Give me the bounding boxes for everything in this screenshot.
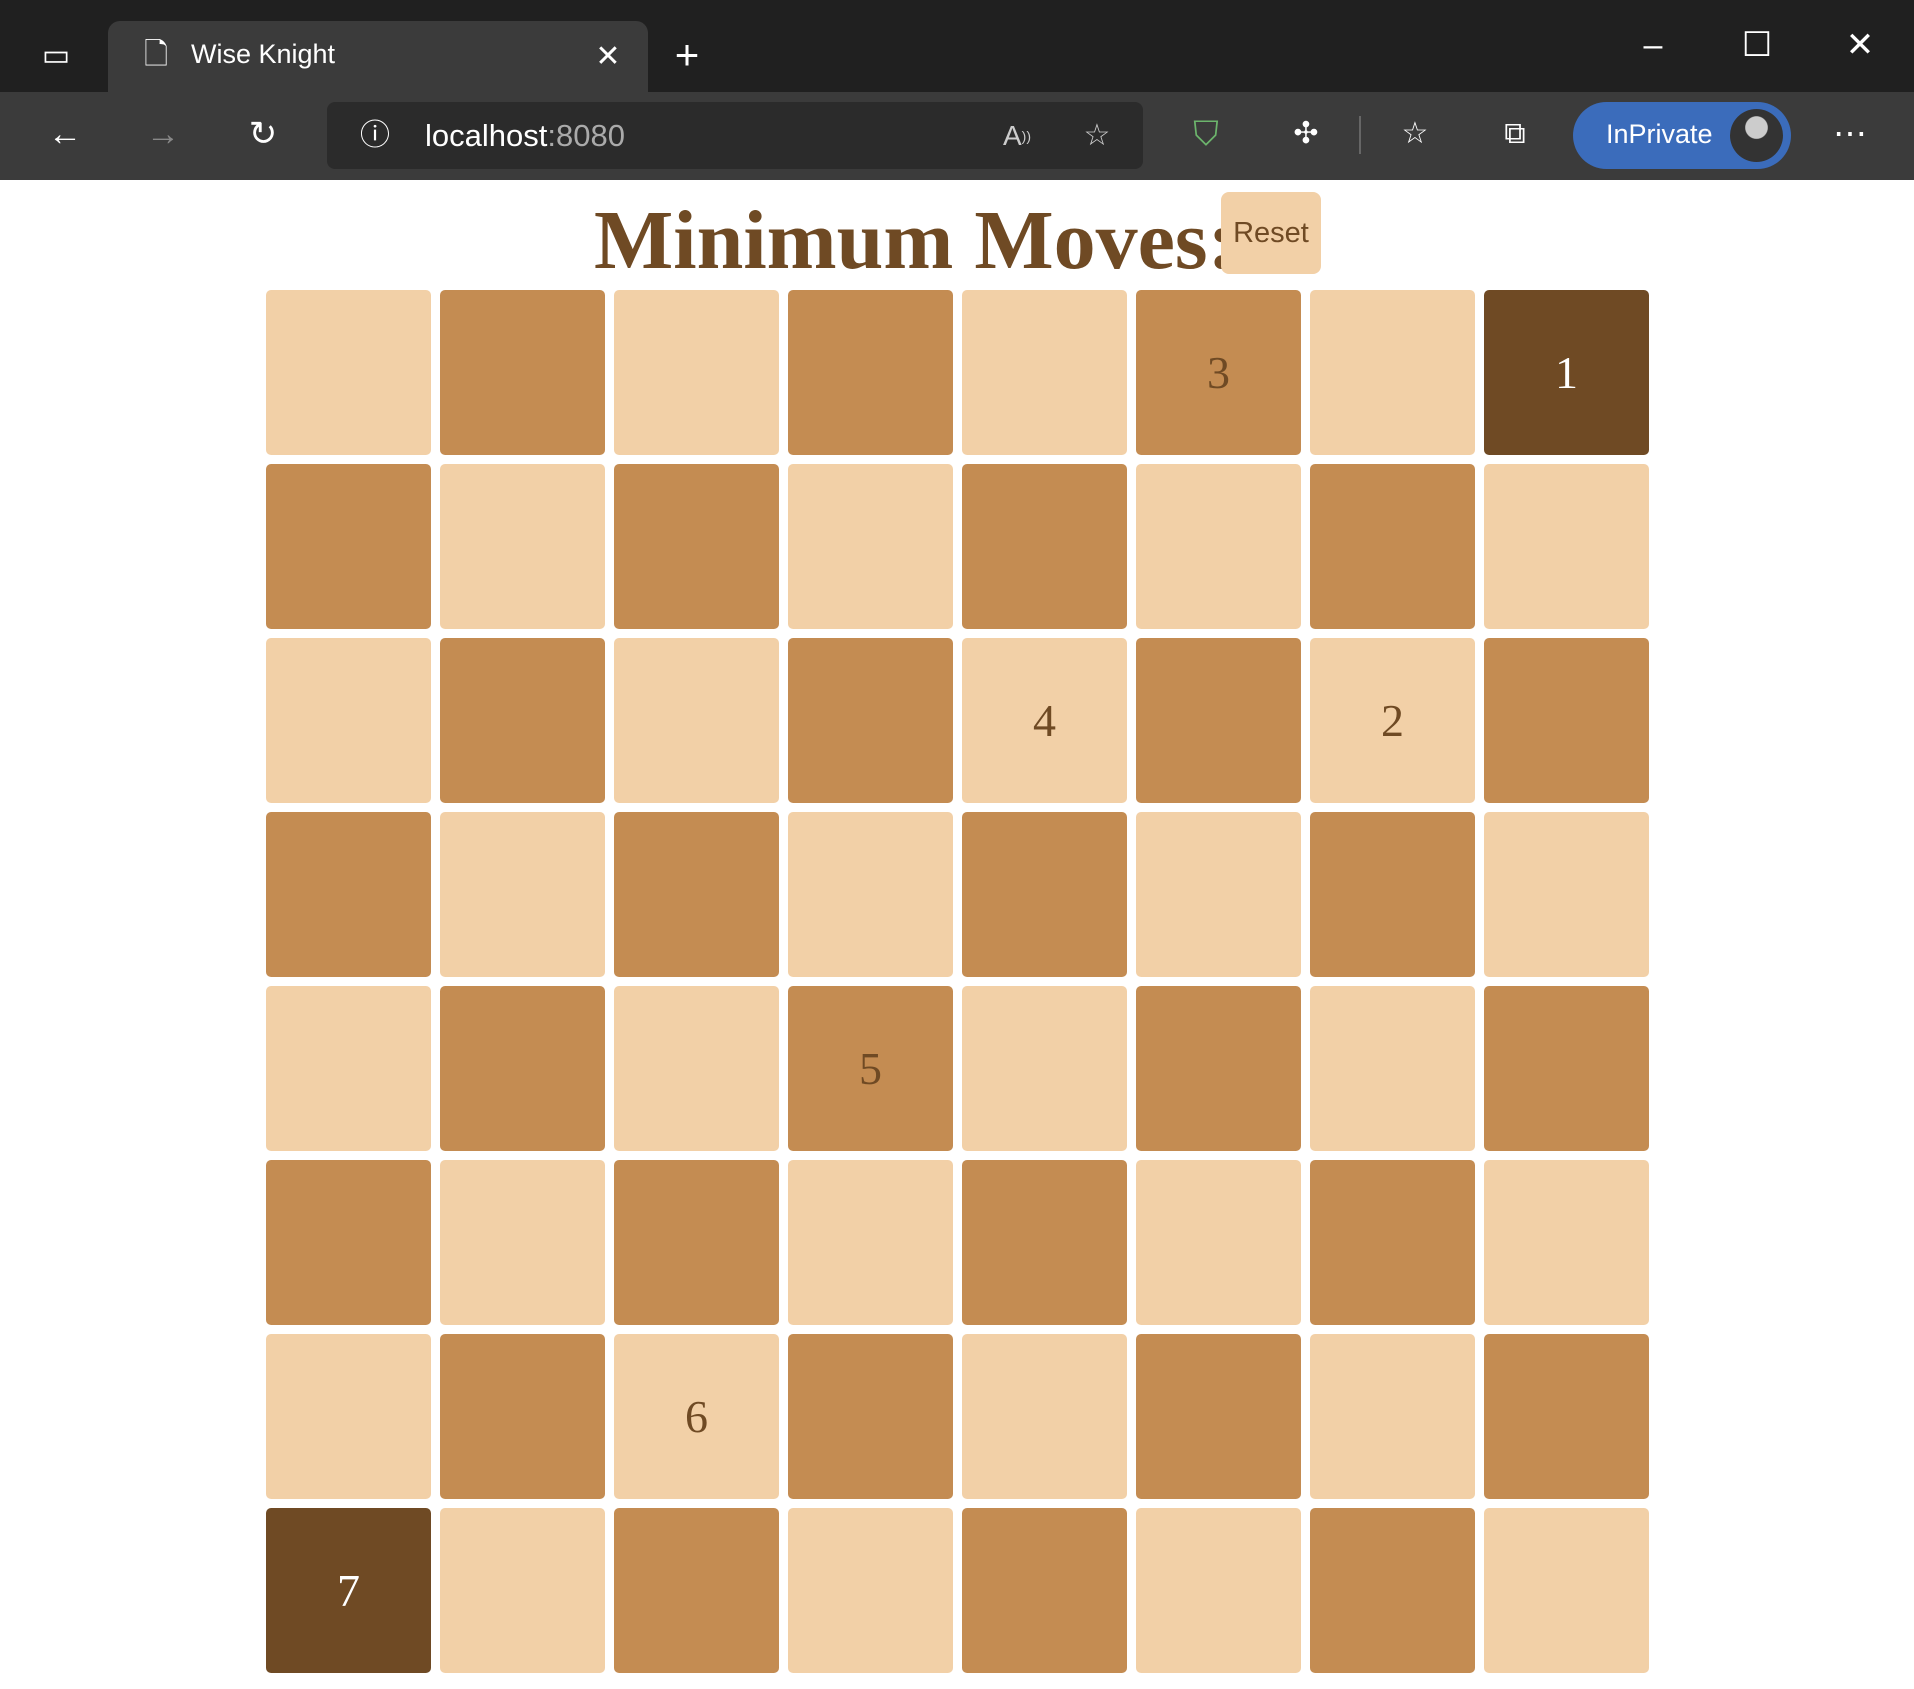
maximize-icon[interactable]: ☐ xyxy=(1737,25,1777,65)
board-square[interactable] xyxy=(440,290,605,455)
board-square[interactable] xyxy=(1310,986,1475,1151)
board-square[interactable] xyxy=(614,290,779,455)
board-square[interactable] xyxy=(1136,638,1301,803)
board-square[interactable] xyxy=(1136,986,1301,1151)
board-square[interactable] xyxy=(788,464,953,629)
board-square[interactable] xyxy=(614,1160,779,1325)
collections-icon[interactable]: ⧉ xyxy=(1495,114,1535,154)
board-square[interactable] xyxy=(788,812,953,977)
board-square[interactable] xyxy=(788,638,953,803)
board-square[interactable] xyxy=(614,464,779,629)
board-square[interactable]: 5 xyxy=(788,986,953,1151)
board-square[interactable]: 4 xyxy=(962,638,1127,803)
board-square[interactable] xyxy=(788,290,953,455)
board-square[interactable] xyxy=(440,464,605,629)
board-square[interactable] xyxy=(788,1334,953,1499)
board-square[interactable] xyxy=(440,1334,605,1499)
board-square[interactable] xyxy=(614,1508,779,1673)
board-square[interactable] xyxy=(266,1334,431,1499)
board-square[interactable] xyxy=(962,1334,1127,1499)
avatar xyxy=(1730,109,1783,162)
board-square[interactable] xyxy=(1484,1160,1649,1325)
board-square[interactable] xyxy=(1310,1160,1475,1325)
board-square[interactable] xyxy=(614,812,779,977)
board-square[interactable] xyxy=(962,464,1127,629)
board-square[interactable] xyxy=(962,986,1127,1151)
address-bar[interactable]: ⓘ localhost:8080 A)) ☆ xyxy=(327,102,1143,169)
board-square[interactable] xyxy=(1484,464,1649,629)
back-icon[interactable]: ← xyxy=(45,114,85,154)
toolbar: ← → ↻ ⓘ localhost:8080 A)) ☆ ⛉ ✣ ☆ ⧉ InP… xyxy=(0,92,1914,180)
chess-board: 3 1 4 2 5 6 7 xyxy=(266,290,1649,1673)
close-tab-icon[interactable]: ✕ xyxy=(588,37,628,77)
add-favorite-icon[interactable]: ☆ xyxy=(1077,116,1117,156)
board-square[interactable] xyxy=(440,1160,605,1325)
inprivate-label: InPrivate xyxy=(1606,119,1713,149)
new-tab-icon[interactable]: + xyxy=(667,34,707,76)
board-square[interactable]: 2 xyxy=(1310,638,1475,803)
board-square[interactable] xyxy=(266,986,431,1151)
favorites-icon[interactable]: ☆ xyxy=(1395,114,1435,154)
toolbar-divider xyxy=(1359,116,1361,154)
board-square[interactable] xyxy=(1136,1508,1301,1673)
board-square[interactable] xyxy=(266,1160,431,1325)
board-square[interactable] xyxy=(266,464,431,629)
url-port: :8080 xyxy=(547,118,625,153)
board-square[interactable]: 3 xyxy=(1136,290,1301,455)
board-square[interactable] xyxy=(1310,464,1475,629)
board-square[interactable] xyxy=(1310,812,1475,977)
tab-bar: ▭ 🗋 Wise Knight ✕ + – ☐ ✕ xyxy=(0,0,1914,92)
close-window-icon[interactable]: ✕ xyxy=(1840,25,1880,65)
inprivate-button[interactable]: InPrivate xyxy=(1573,102,1791,169)
board-square[interactable] xyxy=(614,638,779,803)
board-square[interactable] xyxy=(1310,290,1475,455)
minimize-icon[interactable]: – xyxy=(1633,25,1673,65)
board-square[interactable] xyxy=(440,812,605,977)
board-square[interactable] xyxy=(788,1508,953,1673)
page-icon: 🗋 xyxy=(143,38,169,71)
board-square[interactable] xyxy=(962,290,1127,455)
tab-wise-knight[interactable]: 🗋 Wise Knight ✕ xyxy=(108,21,648,92)
board-square[interactable]: 6 xyxy=(614,1334,779,1499)
refresh-icon[interactable]: ↻ xyxy=(243,114,283,154)
board-square[interactable] xyxy=(440,638,605,803)
browser-chrome: ▭ 🗋 Wise Knight ✕ + – ☐ ✕ ← → ↻ ⓘ localh… xyxy=(0,0,1914,180)
tab-title: Wise Knight xyxy=(191,39,336,69)
board-square[interactable] xyxy=(1136,1160,1301,1325)
board-square[interactable] xyxy=(1484,812,1649,977)
board-square[interactable] xyxy=(962,812,1127,977)
board-square[interactable] xyxy=(1136,464,1301,629)
info-icon[interactable]: ⓘ xyxy=(355,116,395,156)
board-square[interactable] xyxy=(440,986,605,1151)
board-square[interactable] xyxy=(1136,1334,1301,1499)
board-square[interactable] xyxy=(1484,638,1649,803)
board-square[interactable] xyxy=(1484,1508,1649,1673)
read-aloud-icon[interactable]: A)) xyxy=(997,116,1037,156)
tab-actions-icon[interactable]: ▭ xyxy=(36,36,76,76)
board-square[interactable] xyxy=(1136,812,1301,977)
board-square[interactable] xyxy=(1310,1508,1475,1673)
board-square[interactable] xyxy=(1484,986,1649,1151)
forward-icon[interactable]: → xyxy=(143,114,183,154)
board-square[interactable]: 1 xyxy=(1484,290,1649,455)
board-square[interactable] xyxy=(962,1160,1127,1325)
reset-button[interactable]: Reset xyxy=(1221,192,1321,274)
board-square[interactable] xyxy=(1310,1334,1475,1499)
board-square[interactable] xyxy=(962,1508,1127,1673)
board-square[interactable] xyxy=(788,1160,953,1325)
board-square[interactable] xyxy=(440,1508,605,1673)
page-title: Minimum Moves: 6 xyxy=(594,194,1299,287)
board-square[interactable] xyxy=(266,812,431,977)
board-square[interactable] xyxy=(266,290,431,455)
extensions-icon[interactable]: ✣ xyxy=(1286,114,1326,154)
url-text: localhost:8080 xyxy=(425,118,625,154)
shield-icon[interactable]: ⛉ xyxy=(1186,114,1226,154)
board-square[interactable]: 7 xyxy=(266,1508,431,1673)
board-square[interactable] xyxy=(614,986,779,1151)
page-content: Minimum Moves: 6 Reset 3 1 4 2 5 6 7 xyxy=(0,180,1914,1689)
board-square[interactable] xyxy=(1484,1334,1649,1499)
url-host: localhost xyxy=(425,118,548,153)
board-square[interactable] xyxy=(266,638,431,803)
more-icon[interactable]: ⋯ xyxy=(1830,114,1870,154)
